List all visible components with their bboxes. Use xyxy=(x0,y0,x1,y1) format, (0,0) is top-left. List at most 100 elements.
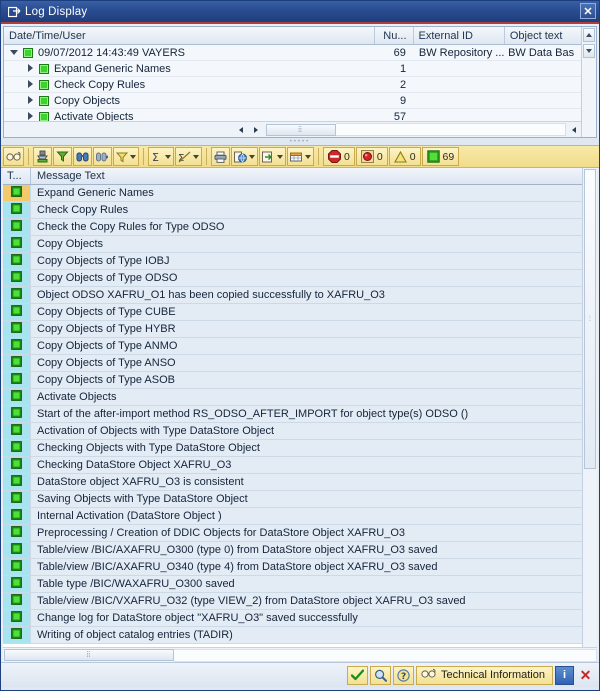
filter-highlight-icon[interactable] xyxy=(53,147,72,166)
green-square-icon xyxy=(11,441,22,455)
tree-col-external-id[interactable]: External ID xyxy=(414,27,505,44)
help-button[interactable]: ? xyxy=(393,665,415,685)
grid-row[interactable]: Check the Copy Rules for Type ODSO xyxy=(3,219,582,236)
grid-row[interactable]: Copy Objects of Type HYBR xyxy=(3,321,582,338)
error-count-button[interactable]: 0 xyxy=(355,147,388,166)
grid-row[interactable]: Activation of Objects with Type DataStor… xyxy=(3,423,582,440)
grid-row[interactable]: Table/view /BIC/AXAFRU_O300 (type 0) fro… xyxy=(3,542,582,559)
technical-information-button[interactable]: Technical Information xyxy=(416,665,553,685)
grid-row[interactable]: Start of the after-import method RS_ODSO… xyxy=(3,406,582,423)
chevron-right-icon[interactable] xyxy=(26,96,35,105)
tree-row-check-copy-rules[interactable]: Check Copy Rules 2 xyxy=(4,77,581,93)
print-preview-icon[interactable] xyxy=(33,147,52,166)
filter-icon[interactable] xyxy=(113,147,139,166)
layout-icon[interactable] xyxy=(287,147,314,166)
grid-row[interactable]: Table type /BIC/WAXAFRU_O300 saved xyxy=(3,576,582,593)
grid-row[interactable]: Table/view /BIC/AXAFRU_O340 (type 4) fro… xyxy=(3,559,582,576)
view-icon[interactable] xyxy=(231,147,258,166)
tree-hscroll-thumb[interactable]: ⣿ xyxy=(265,123,336,136)
total-icon[interactable]: Σ xyxy=(148,147,174,166)
panel-splitter[interactable]: ••••• xyxy=(1,138,599,145)
print-icon[interactable] xyxy=(211,147,230,166)
tree-row-activate-objects[interactable]: Activate Objects 57 xyxy=(4,109,581,121)
grid-row[interactable]: Check Copy Rules xyxy=(3,202,582,219)
grid-row[interactable]: Copy Objects of Type CUBE xyxy=(3,304,582,321)
grid-row[interactable]: Table/view /BIC/VXAFRU_O32 (type VIEW_2)… xyxy=(3,593,582,610)
chevron-down-icon[interactable] xyxy=(277,154,283,159)
grid-col-type[interactable]: T... xyxy=(3,168,31,184)
grid-col-message-text[interactable]: Message Text xyxy=(31,168,582,184)
message-type-cell xyxy=(3,440,31,456)
grid-row[interactable]: DataStore object XAFRU_O3 is consistent xyxy=(3,474,582,491)
tree-hscroll-left-button[interactable] xyxy=(235,123,248,136)
export-icon[interactable] xyxy=(259,147,286,166)
tree-col-date-time-user[interactable]: Date/Time/User xyxy=(4,27,376,44)
grid-row[interactable]: Checking Objects with Type DataStore Obj… xyxy=(3,440,582,457)
grid-row[interactable]: Saving Objects with Type DataStore Objec… xyxy=(3,491,582,508)
grid-row[interactable]: Copy Objects of Type ANMO xyxy=(3,338,582,355)
tree-row-number: 9 xyxy=(400,94,407,107)
chevron-down-icon[interactable] xyxy=(249,154,255,159)
grid-row[interactable]: Activate Objects xyxy=(3,389,582,406)
grid-row[interactable]: Internal Activation (DataStore Object ) xyxy=(3,508,582,525)
subtotal-icon[interactable]: Σ xyxy=(175,147,202,166)
grid-row[interactable]: Copy Objects of Type ANSO xyxy=(3,355,582,372)
find-next-icon[interactable] xyxy=(93,147,112,166)
window-close-button[interactable]: ✕ xyxy=(580,3,596,19)
tree-hscroll-right-button[interactable] xyxy=(250,123,263,136)
grid-row[interactable]: Preprocessing / Creation of DDIC Objects… xyxy=(3,525,582,542)
chevron-down-icon[interactable] xyxy=(165,154,171,159)
chevron-down-icon[interactable] xyxy=(305,154,311,159)
tree-horizontal-scrollbar[interactable]: ⣿ xyxy=(4,121,581,137)
chevron-down-icon[interactable] xyxy=(130,154,136,159)
tree-row-root[interactable]: 09/07/2012 14:43:49 VAYERS 69 BW Reposit… xyxy=(4,45,581,61)
tree-row-label: Copy Objects xyxy=(54,94,121,107)
tree-row-expand-generic-names[interactable]: Expand Generic Names 1 xyxy=(4,61,581,77)
grid-row[interactable]: Writing of object catalog entries (TADIR… xyxy=(3,627,582,644)
warning-count-button[interactable]: 0 xyxy=(388,147,421,166)
message-text-cell: DataStore object XAFRU_O3 is consistent xyxy=(31,474,582,490)
tree-col-object-text[interactable]: Object text xyxy=(505,27,581,44)
grid-horizontal-scrollbar[interactable]: ⣿ xyxy=(3,647,597,662)
grid-row[interactable]: Copy Objects of Type IOBJ xyxy=(3,253,582,270)
tree-col-number[interactable]: Nu... xyxy=(375,27,414,44)
grip-icon: ⣿ xyxy=(86,652,92,658)
tree-vertical-scrollbar[interactable] xyxy=(581,27,596,137)
grid-vscroll-thumb[interactable]: ⋮ xyxy=(584,169,596,469)
tree-vscroll-down-button[interactable] xyxy=(583,44,595,58)
technical-information-glasses-icon[interactable] xyxy=(3,147,24,166)
chevron-right-icon[interactable] xyxy=(26,80,35,89)
find-icon[interactable] xyxy=(73,147,92,166)
chevron-right-icon[interactable] xyxy=(26,112,35,121)
grid-row[interactable]: Object ODSO XAFRU_O1 has been copied suc… xyxy=(3,287,582,304)
grid-row[interactable]: Change log for DataStore object "XAFRU_O… xyxy=(3,610,582,627)
search-button[interactable] xyxy=(370,665,392,685)
grid-row[interactable]: Checking DataStore Object XAFRU_O3 xyxy=(3,457,582,474)
message-type-cell xyxy=(3,338,31,354)
grid-hscroll-thumb[interactable]: ⣿ xyxy=(4,649,174,661)
grid-row[interactable]: Copy Objects of Type ODSO xyxy=(3,270,582,287)
cancel-button[interactable]: ✕ xyxy=(576,666,595,685)
message-text-cell: Change log for DataStore object "XAFRU_O… xyxy=(31,610,582,626)
tree-row-copy-objects[interactable]: Copy Objects 9 xyxy=(4,93,581,109)
success-count-button[interactable]: 69 xyxy=(421,147,460,166)
grid-hscroll-track[interactable] xyxy=(174,648,597,662)
info-button[interactable]: i xyxy=(555,665,574,685)
green-square-icon xyxy=(11,543,22,557)
abort-count-button[interactable]: 0 xyxy=(323,147,355,166)
tree-vscroll-track[interactable] xyxy=(582,59,596,137)
tree-hscroll-track[interactable] xyxy=(335,123,566,136)
tree-row-label: 09/07/2012 14:43:49 VAYERS xyxy=(38,46,185,59)
continue-button[interactable] xyxy=(347,665,369,685)
grid-row[interactable]: Copy Objects xyxy=(3,236,582,253)
warning-count-value: 0 xyxy=(409,150,416,163)
chevron-right-icon[interactable] xyxy=(26,64,35,73)
chevron-down-icon[interactable] xyxy=(10,48,19,57)
toolbar-separator xyxy=(206,148,207,165)
tree-vscroll-up-button[interactable] xyxy=(583,28,595,42)
grid-vertical-scrollbar[interactable]: ⋮ xyxy=(582,168,597,647)
grid-row[interactable]: Copy Objects of Type ASOB xyxy=(3,372,582,389)
tree-hscroll-end-button[interactable] xyxy=(567,123,580,136)
chevron-down-icon[interactable] xyxy=(193,154,199,159)
grid-row[interactable]: Expand Generic Names xyxy=(3,185,582,202)
